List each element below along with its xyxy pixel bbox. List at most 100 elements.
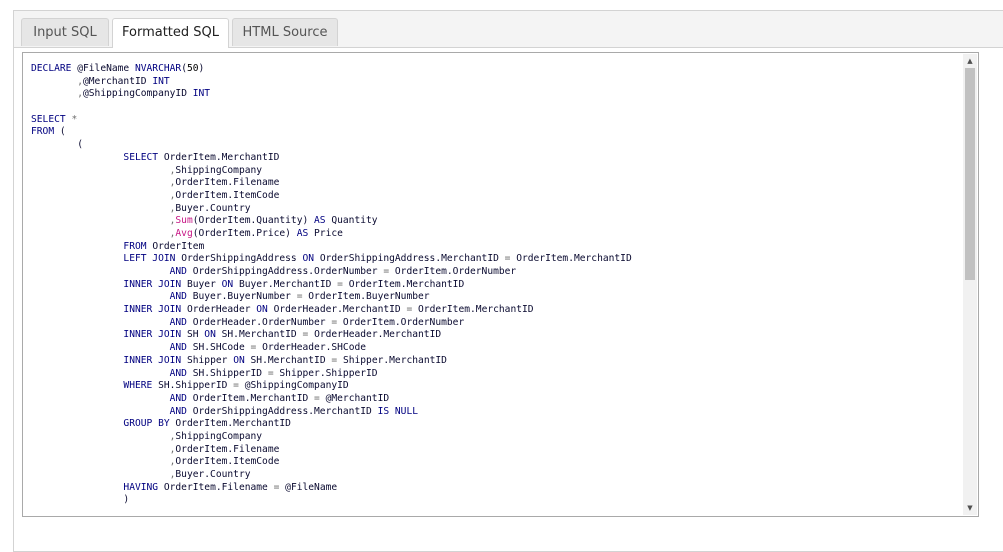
code-token: AS [296, 227, 315, 239]
code-token: Buyer.Country [175, 469, 251, 480]
scrollbar-thumb[interactable] [965, 68, 975, 280]
code-token: @FileName [285, 481, 338, 493]
code-line: AND SH.ShipperID = Shipper.ShipperID [31, 368, 948, 381]
code-token: OrderItem.MerchantID [516, 253, 632, 265]
code-token: ( [31, 139, 83, 151]
code-token: OrderItem.Filename [163, 481, 274, 493]
code-token: HAVING [123, 481, 164, 493]
tab-input-sql[interactable]: Input SQL [21, 18, 109, 46]
code-line: ,Buyer.Country [31, 203, 948, 216]
tab-formatted-sql[interactable]: Formatted SQL [112, 18, 229, 48]
tab-html-source[interactable]: HTML Source [232, 18, 338, 46]
code-line: SELECT OrderItem.MerchantID [31, 152, 948, 165]
code-token: ) [198, 63, 205, 74]
code-line: ,Sum(OrderItem.Quantity) AS Quantity [31, 215, 948, 228]
scroll-down-icon[interactable]: ▼ [963, 501, 977, 515]
code-line: ,Buyer.Country [31, 469, 948, 482]
code-token: ON [302, 253, 320, 265]
code-token: = [267, 367, 280, 379]
code-token: SH.SHCode [192, 342, 251, 354]
code-token: OrderHeader.MerchantID [314, 329, 442, 341]
code-token: Buyer.Country [175, 202, 251, 214]
code-line: HAVING OrderItem.Filename = @FileName [31, 482, 948, 495]
code-token: SELECT [31, 113, 72, 125]
code-token: SELECT [123, 151, 164, 163]
code-token: = [337, 278, 349, 290]
code-token: OrderItem.OrderNumber [342, 316, 465, 328]
code-token: AND [169, 291, 193, 303]
code-token: NVARCHAR [134, 63, 182, 74]
code-token: OrderItem.BuyerNumber [308, 291, 430, 303]
code-token: @ShippingCompanyID [244, 380, 349, 392]
code-token: = [273, 481, 286, 493]
code-line: AND SH.SHCode = OrderHeader.SHCode [31, 342, 948, 355]
code-token: ShippingCompany [175, 430, 263, 442]
code-token: Buyer [186, 278, 222, 290]
code-token: @MerchantID [325, 392, 390, 404]
code-line: AND OrderItem.MerchantID = @MerchantID [31, 393, 948, 406]
code-token: OrderItem.Filename [175, 177, 280, 189]
code-token: AND [169, 392, 193, 404]
code-token: INNER JOIN [123, 354, 187, 366]
code-token: IS NULL [377, 405, 419, 417]
code-token: OrderHeader [186, 304, 257, 316]
code-line: ,OrderItem.ItemCode [31, 190, 948, 203]
code-token: OrderShippingAddress.MerchantID [192, 405, 378, 417]
code-line: DECLARE @FileName NVARCHAR(50) [31, 63, 948, 76]
vertical-scrollbar[interactable]: ▲ ▼ [963, 54, 977, 515]
code-token: = [331, 354, 343, 366]
code-token: SH [186, 329, 205, 341]
code-token: FROM [123, 240, 153, 252]
code-token: INNER JOIN [123, 278, 187, 290]
code-token: = [383, 266, 395, 277]
code-token: OrderItem [152, 240, 205, 252]
code-token: OrderItem.Filename [175, 443, 280, 455]
code-token: FROM [31, 126, 60, 138]
code-line: WHERE SH.ShipperID = @ShippingCompanyID [31, 380, 948, 393]
code-token: AS [314, 215, 332, 227]
code-line: SELECT * [31, 114, 948, 127]
code-token: OrderItem.MerchantID [175, 418, 291, 430]
code-token: ON [256, 304, 274, 316]
code-token: WHERE [123, 380, 159, 392]
scroll-up-icon[interactable]: ▲ [963, 54, 977, 68]
code-token: = [331, 316, 343, 328]
code-line: ,OrderItem.Filename [31, 177, 948, 190]
code-line: GROUP BY OrderItem.MerchantID [31, 418, 948, 431]
code-line: INNER JOIN SH ON SH.MerchantID = OrderHe… [31, 329, 948, 342]
code-token: OrderHeader.MerchantID [273, 304, 407, 316]
code-line: ,Avg(OrderItem.Price) AS Price [31, 228, 948, 241]
code-token: Shipper.ShipperID [279, 367, 378, 379]
code-token: INNER JOIN [123, 329, 187, 341]
code-line: INNER JOIN Buyer ON Buyer.MerchantID = O… [31, 279, 948, 292]
code-token: OrderItem.OrderNumber [394, 266, 517, 277]
code-token: SH.ShipperID [158, 380, 234, 392]
code-token: INT [192, 88, 211, 100]
sql-code-block: DECLARE @FileName NVARCHAR(50) ,@Merchan… [31, 63, 948, 507]
code-token: ( [59, 126, 66, 138]
code-token: SH.MerchantID [221, 329, 303, 341]
code-token: ON [233, 354, 251, 366]
code-token: INT [152, 75, 170, 87]
code-token: @MerchantID [83, 75, 153, 87]
code-token: = [296, 291, 309, 303]
code-line: AND OrderShippingAddress.MerchantID IS N… [31, 406, 948, 419]
code-token: OrderItem.MerchantID [163, 151, 280, 163]
code-token: = [302, 329, 315, 341]
formatted-sql-output[interactable]: DECLARE @FileName NVARCHAR(50) ,@Merchan… [22, 52, 979, 517]
